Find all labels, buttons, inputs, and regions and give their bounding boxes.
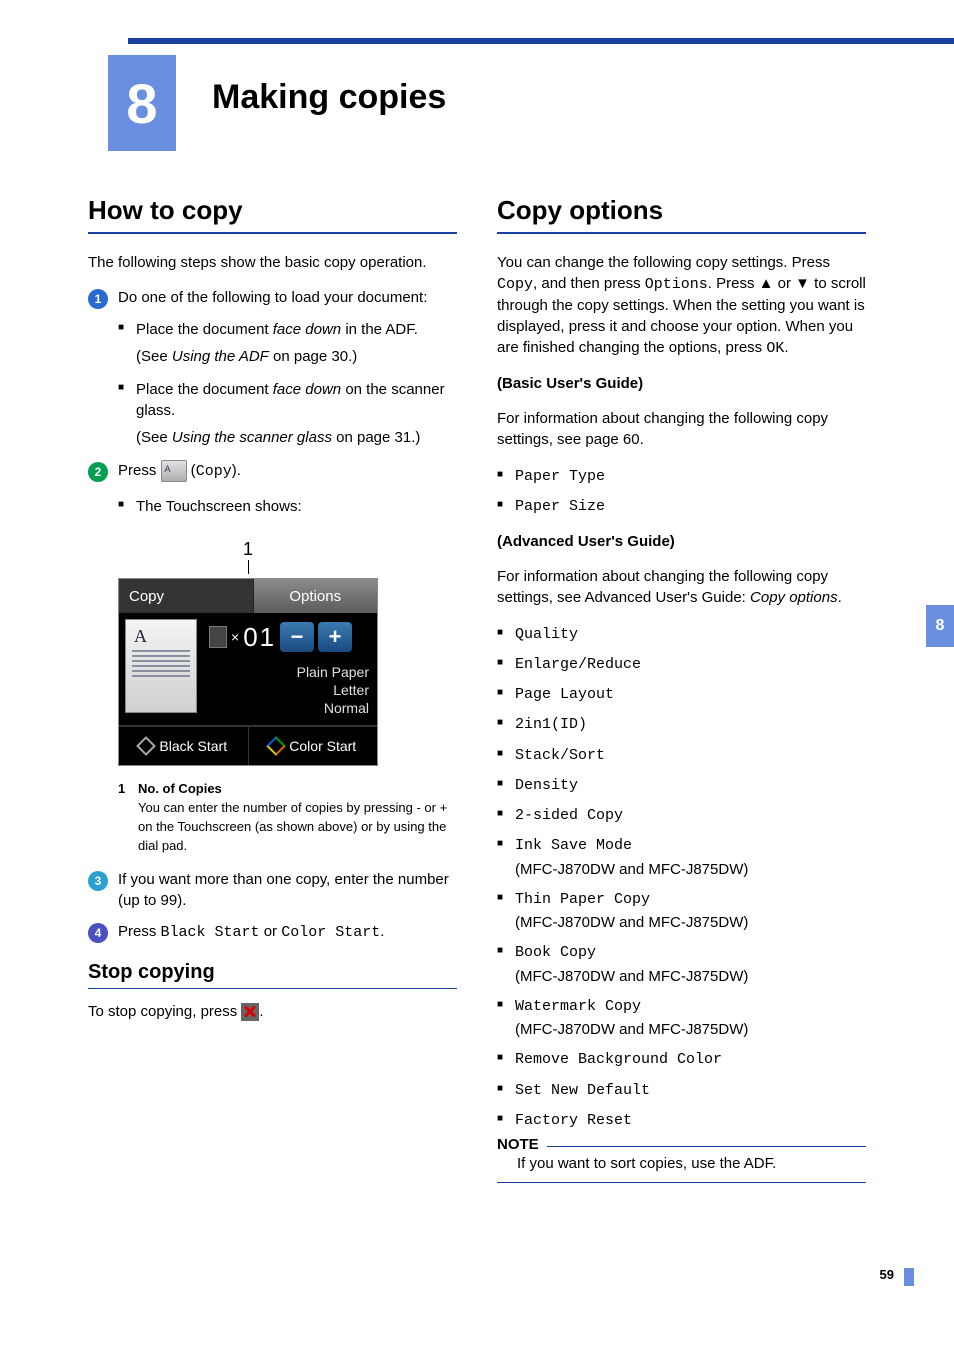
adv-guide-heading: (Advanced User's Guide) [497,531,866,552]
opt-2sided: 2-sided Copy [497,803,866,827]
step-2: 2 Press (Copy). [88,460,457,482]
opt-quality: Quality [497,622,866,646]
step1-bullet-glass: Place the document face down on the scan… [118,379,457,421]
opt-new-default: Set New Default [497,1078,866,1102]
chapter-number-box: 8 [108,55,176,151]
step-1: 1 Do one of the following to load your d… [88,287,457,309]
step-4: 4 Press Black Start or Color Start. [88,921,457,943]
ts-preview-thumb: A [125,619,197,713]
touchscreen-figure: 1 Copy Options A [118,539,457,766]
heading-how-to-copy: How to copy [88,195,457,234]
opt-enlarge-reduce: Enlarge/Reduce [497,652,866,676]
touchscreen-callout-1: 1 [118,539,378,574]
basic-guide-text: For information about changing the follo… [497,408,866,450]
note-box: NOTE If you want to sort copies, use the… [497,1146,866,1183]
ts-options-button[interactable]: Options [253,579,378,613]
opt-remove-bg: Remove Background Color [497,1047,866,1071]
opt-paper-size: Paper Size [497,494,866,518]
step-1-text: Do one of the following to load your doc… [118,287,457,308]
opt-ink-save: Ink Save Mode(MFC-J870DW and MFC-J875DW) [497,833,866,881]
copy-options-intro: You can change the following copy settin… [497,252,866,359]
heading-stop-copying: Stop copying [88,961,457,989]
basic-guide-heading: (Basic User's Guide) [497,373,866,394]
diamond-icon [136,736,156,756]
opt-thin-paper: Thin Paper Copy(MFC-J870DW and MFC-J875D… [497,887,866,935]
step-badge-4: 4 [88,923,108,943]
ts-plus-button[interactable]: + [318,622,352,652]
step-badge-2: 2 [88,462,108,482]
adv-guide-text: For information about changing the follo… [497,566,866,608]
ts-settings-info: Plain Paper Letter Normal [209,663,369,718]
heading-copy-options: Copy options [497,195,866,234]
note-text: If you want to sort copies, use the ADF. [497,1155,866,1172]
diamond-color-icon [266,736,286,756]
figure-caption: 1No. of Copies You can enter the number … [118,780,457,855]
header-rule [0,38,954,44]
opt-2in1: 2in1(ID) [497,712,866,736]
step-4-text: Press Black Start or Color Start. [118,921,457,943]
ts-minus-button[interactable]: − [280,622,314,652]
right-column: Copy options You can change the followin… [497,195,866,1183]
opt-page-layout: Page Layout [497,682,866,706]
copies-icon [209,626,227,648]
step1-ref-adf: (See Using the ADF on page 30.) [136,346,457,367]
copy-icon [161,460,187,482]
chapter-title: Making copies [212,78,446,117]
stop-icon [241,1003,259,1021]
page-corner-mark [904,1268,914,1286]
stop-copying-text: To stop copying, press . [88,1001,457,1022]
intro-text: The following steps show the basic copy … [88,252,457,273]
opt-watermark: Watermark Copy(MFC-J870DW and MFC-J875DW… [497,994,866,1042]
step2-bullet: The Touchscreen shows: [118,496,457,517]
ts-qty-prefix: × [231,629,239,645]
step-3: 3 If you want more than one copy, enter … [88,869,457,911]
opt-factory-reset: Factory Reset [497,1108,866,1132]
left-column: How to copy The following steps show the… [88,195,457,1183]
step-3-text: If you want more than one copy, enter th… [118,869,457,911]
step-badge-3: 3 [88,871,108,891]
opt-density: Density [497,773,866,797]
ts-title: Copy [119,579,253,613]
touchscreen: Copy Options A × 01 [118,578,378,766]
step-2-text: Press (Copy). [118,460,457,482]
opt-paper-type: Paper Type [497,464,866,488]
side-tab: 8 [926,605,954,647]
page-number: 59 [880,1267,894,1282]
opt-book-copy: Book Copy(MFC-J870DW and MFC-J875DW) [497,940,866,988]
header-rule-gap [0,38,128,44]
step-badge-1: 1 [88,289,108,309]
step1-ref-glass: (See Using the scanner glass on page 31.… [136,427,457,448]
ts-qty-value: 01 [243,622,276,653]
ts-black-start-button[interactable]: Black Start [119,727,249,765]
step1-bullet-adf: Place the document face down in the ADF. [118,319,457,340]
note-label: NOTE [497,1136,547,1153]
chapter-number: 8 [126,71,157,136]
opt-stack-sort: Stack/Sort [497,743,866,767]
ts-color-start-button[interactable]: Color Start [249,727,378,765]
